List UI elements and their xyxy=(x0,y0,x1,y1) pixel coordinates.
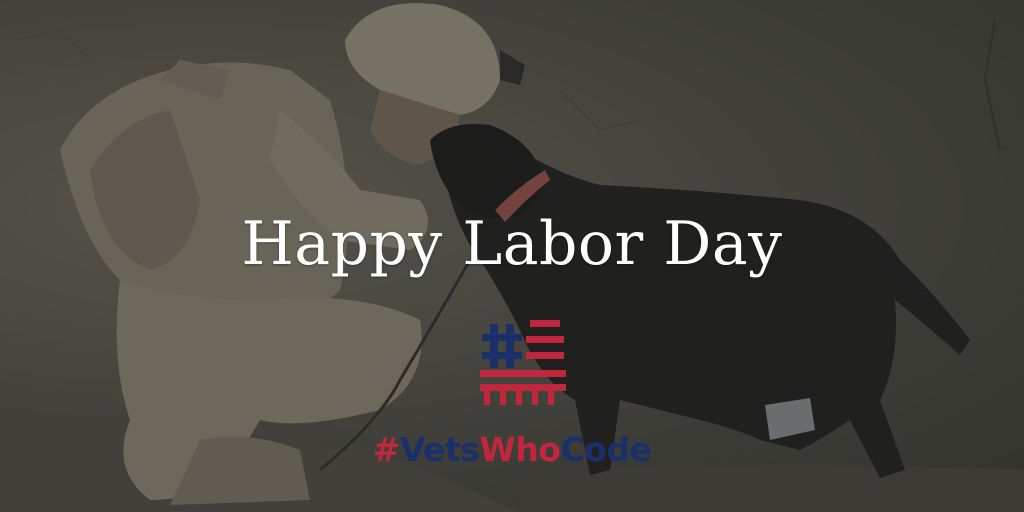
brand-hashtag: #VetsWhoCode xyxy=(0,428,1024,472)
brand-code: Code xyxy=(560,430,652,469)
brand-vets: Vets xyxy=(399,430,480,469)
brand-hash: # xyxy=(372,430,401,469)
social-banner: Happy Labor Day #VetsWhoCode xyxy=(0,0,1024,512)
brand-who: Who xyxy=(479,430,561,469)
vetswhocode-flag-logo-icon xyxy=(480,320,566,405)
headline: Happy Labor Day xyxy=(241,209,783,279)
